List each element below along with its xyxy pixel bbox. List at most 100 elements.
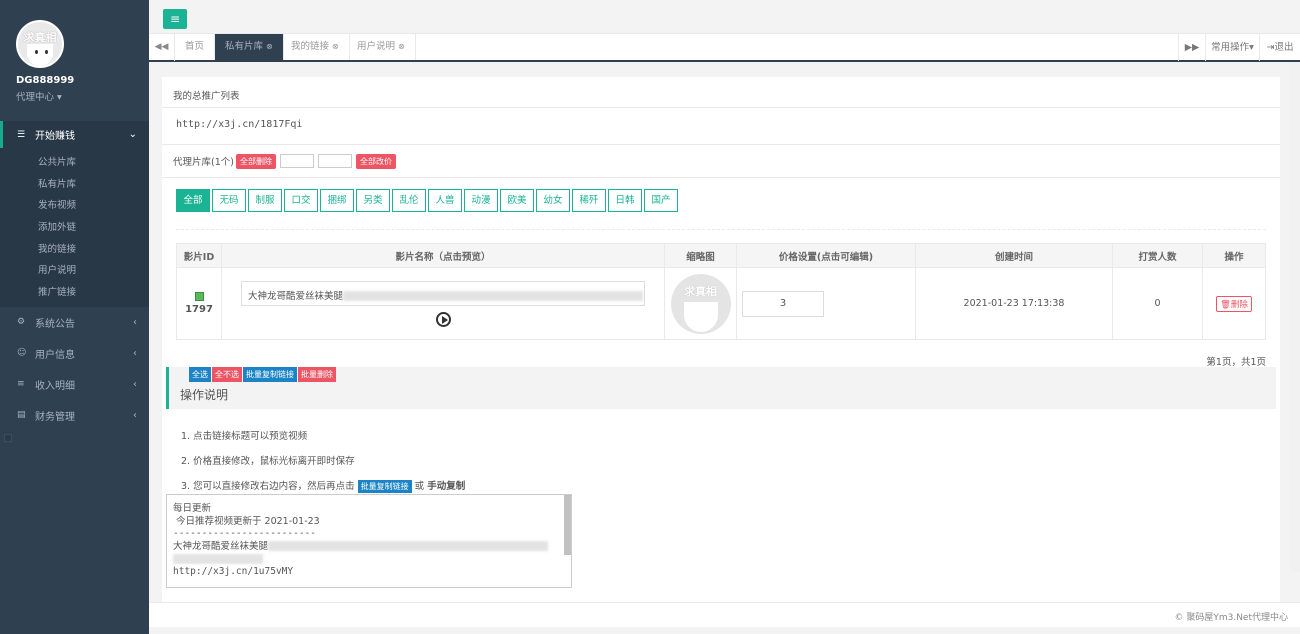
column-header: 操作: [1202, 243, 1266, 268]
cell-tips: 0: [1112, 267, 1203, 340]
category-button[interactable]: 捆绑: [320, 189, 354, 212]
category-button[interactable]: 制服: [248, 189, 282, 212]
logout-button[interactable]: ⇥退出: [1259, 34, 1300, 61]
avatar-face: [27, 44, 53, 66]
sidebar: 求真相 DG888999 代理中心 ▾ ☰ 开始赚钱 ⌄ 公共片库 私有片库 发…: [0, 0, 149, 634]
bulk-delete-button[interactable]: 批量删除: [298, 367, 336, 382]
common-ops-label: 常用操作: [1211, 42, 1250, 53]
tab-my-links[interactable]: 我的链接 ⊗: [281, 34, 350, 60]
sidebar-section-announcements[interactable]: ⚙ 系统公告 ‹: [0, 307, 149, 338]
sidebar-item-promo-links[interactable]: 推广链接: [0, 282, 149, 304]
cell-action: 🗑删除: [1202, 267, 1266, 340]
user-role-label: 代理中心: [16, 92, 55, 103]
close-icon[interactable]: ⊗: [398, 42, 405, 51]
promo-link[interactable]: http://x3j.cn/1817Fqi: [162, 108, 1280, 145]
textarea-video-title: 大神龙哥酷爱丝袜美腿: [173, 540, 269, 552]
column-header: 打赏人数: [1112, 243, 1203, 268]
close-icon[interactable]: ⊗: [332, 42, 339, 51]
textarea-line: -------------------------: [173, 528, 316, 540]
instructions: 1. 点击链接标题可以预览视频 2. 价格直接修改，鼠标光标离开即时保存 3. …: [181, 428, 465, 503]
cell-price: 3: [736, 267, 916, 340]
tab-private-library[interactable]: 私有片库 ⊗: [215, 34, 284, 60]
category-button[interactable]: 人兽: [428, 189, 462, 212]
tab-label: 用户说明: [357, 41, 396, 52]
common-ops-dropdown[interactable]: 常用操作▾: [1205, 34, 1259, 61]
delete-all-button[interactable]: 全部删除: [235, 153, 276, 169]
library-label: 代理片库(1个): [173, 157, 234, 168]
avatar-text: 求真相: [23, 31, 57, 44]
page-scrollbar[interactable]: [1290, 62, 1300, 572]
category-button[interactable]: 动漫: [464, 189, 498, 212]
bulk-actions: 全选 全不选 批量复制链接 批量删除: [189, 367, 337, 382]
chevron-left-icon: ‹: [133, 347, 137, 359]
step-2: 2. 价格直接修改，鼠标光标离开即时保存: [181, 456, 355, 467]
sidebar-item-add-external[interactable]: 添加外链: [0, 217, 149, 239]
category-button[interactable]: 欧美: [500, 189, 534, 212]
textarea-line: http://x3j.cn/1u75vMY: [173, 565, 294, 577]
sidebar-section-label: 财务管理: [35, 411, 75, 423]
category-button[interactable]: 幼女: [536, 189, 570, 212]
category-button[interactable]: 乱伦: [392, 189, 426, 212]
tab-user-guide[interactable]: 用户说明 ⊗: [347, 34, 416, 60]
thumbnail[interactable]: 求真相: [670, 273, 731, 334]
select-none-button[interactable]: 全不选: [212, 367, 242, 382]
table-row: 1797 大神龙哥酷爱丝袜美腿 求真相 3 2021-01-23 17:13:3…: [176, 267, 1266, 340]
sidebar-item-publish-video[interactable]: 发布视频: [0, 195, 149, 217]
menu-toggle-button[interactable]: ≡: [163, 9, 187, 29]
sidebar-item-private-library[interactable]: 私有片库: [0, 174, 149, 196]
textarea-line: 今日推荐视频更新于 2021-01-23: [176, 515, 320, 527]
bulk-copy-button[interactable]: 批量复制链接: [243, 367, 297, 382]
sidebar-section-user-info[interactable]: ☺ 用户信息 ‹: [0, 338, 149, 369]
close-icon[interactable]: ⊗: [266, 42, 273, 51]
profile: 求真相 DG888999 代理中心 ▾: [0, 0, 149, 120]
sidebar-item-my-links[interactable]: 我的链接: [0, 239, 149, 261]
price-input-max[interactable]: [317, 154, 352, 168]
category-all[interactable]: 全部: [176, 189, 210, 212]
category-button[interactable]: 无码: [212, 189, 246, 212]
category-button[interactable]: 口交: [284, 189, 318, 212]
select-all-button[interactable]: 全选: [189, 367, 211, 382]
avatar[interactable]: 求真相: [16, 20, 64, 68]
reprice-all-button[interactable]: 全部改价: [355, 153, 396, 169]
price-input[interactable]: 3: [742, 290, 824, 317]
tab-label: 私有片库: [225, 41, 264, 52]
section-title: 我的总推广列表: [162, 77, 1280, 108]
gear-icon: ⚙: [17, 317, 26, 328]
collapse-toggle[interactable]: [4, 434, 12, 442]
tabs-bar: ◀◀ 首页 私有片库 ⊗ 我的链接 ⊗ 用户说明 ⊗ ▶▶ 常用操作▾ ⇥退出: [149, 34, 1300, 62]
share-textarea[interactable]: 每日更新 今日推荐视频更新于 2021-01-23 --------------…: [166, 494, 572, 588]
user-role-dropdown[interactable]: 代理中心 ▾: [16, 89, 149, 103]
delete-row-button[interactable]: 🗑删除: [1216, 295, 1252, 312]
sidebar-item-user-guide[interactable]: 用户说明: [0, 260, 149, 282]
video-title-link[interactable]: 大神龙哥酷爱丝袜美腿: [241, 280, 645, 306]
video-id: 1797: [185, 304, 213, 315]
sidebar-item-public-library[interactable]: 公共片库: [0, 152, 149, 174]
row-checkbox[interactable]: [194, 292, 204, 301]
step-3-manual: 手动复制: [427, 481, 466, 492]
category-button[interactable]: 稀歼: [572, 189, 606, 212]
list-icon: ≡: [17, 379, 25, 390]
tabs-scroll-right-icon[interactable]: ▶▶: [1178, 34, 1205, 61]
category-button[interactable]: 日韩: [608, 189, 642, 212]
price-input-min[interactable]: [279, 154, 314, 168]
user-name: DG888999: [16, 75, 75, 86]
category-button[interactable]: 国产: [644, 189, 678, 212]
book-icon: ▤: [17, 410, 26, 421]
tab-home[interactable]: 首页: [175, 34, 216, 60]
play-icon[interactable]: [435, 311, 451, 327]
sidebar-section-finance[interactable]: ▤ 财务管理 ‹: [0, 400, 149, 431]
blurred-text: [268, 541, 549, 552]
sidebar-section-income[interactable]: ≡ 收入明细 ‹: [0, 369, 149, 400]
tabs-scroll-left-icon[interactable]: ◀◀: [149, 34, 175, 61]
sidebar-section-start[interactable]: ☰ 开始赚钱 ⌄: [0, 121, 149, 148]
chevron-left-icon: ‹: [133, 378, 137, 390]
sidebar-section-label: 用户信息: [35, 349, 75, 361]
category-button[interactable]: 另类: [356, 189, 390, 212]
textarea-scrollbar[interactable]: [564, 495, 571, 555]
sidebar-section-label: 开始赚钱: [35, 131, 75, 142]
textarea-line: [173, 553, 565, 566]
tab-label: 首页: [185, 41, 205, 52]
thumbnail-text: 求真相: [684, 284, 717, 298]
inline-bulk-copy-button[interactable]: 批量复制链接: [357, 480, 412, 493]
sidebar-menu: ☰ 开始赚钱 ⌄ 公共片库 私有片库 发布视频 添加外链 我的链接 用户说明 推…: [0, 121, 149, 431]
